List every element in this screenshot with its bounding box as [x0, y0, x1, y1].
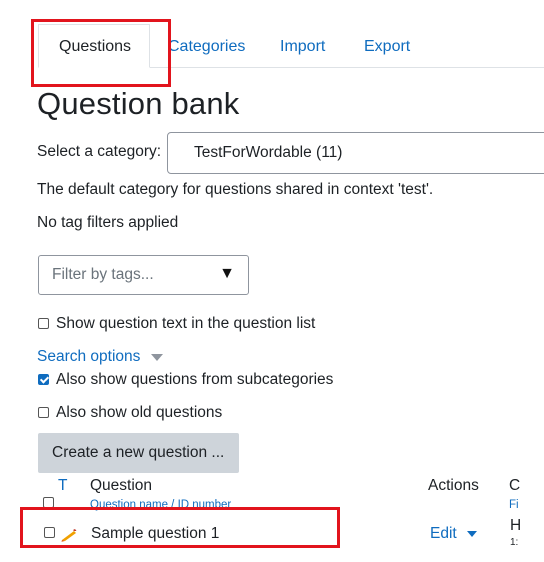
tag-filter-select[interactable]: Filter by tags... ▼ [38, 255, 249, 295]
subcategories-label: Also show questions from subcategories [56, 371, 334, 388]
row-created-value: H [510, 517, 522, 534]
column-question-header[interactable]: Question [90, 477, 152, 495]
row-edit-label: Edit [430, 525, 457, 542]
caret-down-icon [151, 354, 163, 361]
search-options-label: Search options [37, 348, 141, 365]
show-question-text-checkbox[interactable] [38, 318, 49, 329]
highlight-box-question-row [20, 507, 340, 548]
column-type-sort[interactable]: T [58, 477, 67, 495]
row-edit-menu[interactable]: Edit [430, 525, 478, 543]
create-question-button[interactable]: Create a new question ... [38, 433, 239, 473]
category-description: The default category for questions share… [37, 181, 434, 198]
show-question-text-label: Show question text in the question list [56, 315, 316, 332]
dropdown-arrow-icon: ▼ [219, 265, 235, 282]
category-selected-value: TestForWordable (11) [194, 144, 343, 161]
tab-export[interactable]: Export [364, 37, 410, 57]
column-created-header: C [509, 477, 521, 494]
chevron-down-icon [467, 530, 478, 537]
highlight-box-questions-tab [31, 19, 171, 87]
tag-filter-status: No tag filters applied [37, 214, 179, 231]
page-title: Question bank [37, 86, 240, 121]
column-created-subheader[interactable]: Fi [509, 499, 519, 511]
category-select[interactable]: TestForWordable (11) [167, 132, 544, 174]
old-questions-label: Also show old questions [56, 404, 223, 421]
column-actions-header: Actions [428, 477, 479, 494]
category-label: Select a category: [37, 143, 162, 160]
create-question-label: Create a new question ... [52, 444, 225, 461]
tab-import[interactable]: Import [280, 37, 325, 57]
search-options-link[interactable]: Search options [37, 348, 163, 366]
old-questions-checkbox[interactable] [38, 407, 49, 418]
tab-categories[interactable]: Categories [168, 37, 245, 57]
row-created-date: 1: [510, 537, 519, 548]
tag-filter-placeholder: Filter by tags... [52, 266, 154, 283]
subcategories-checkbox[interactable] [38, 374, 49, 385]
